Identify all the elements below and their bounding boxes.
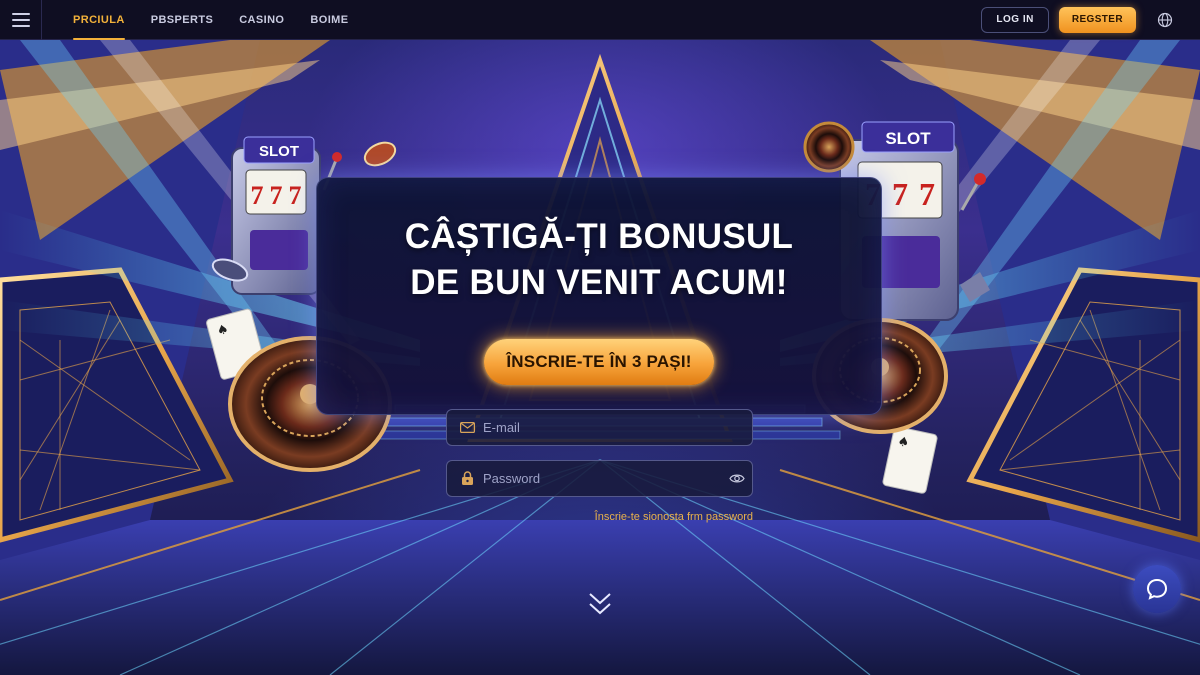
nav-item-prciula[interactable]: PRCIULA (60, 0, 138, 40)
right-reel-3: 7 (919, 176, 935, 212)
nav-item-pbsperts[interactable]: PBSPERTS (138, 0, 227, 40)
signup-cta-button[interactable]: ÎNSCRIE-TE ÎN 3 PAȘI! (484, 339, 714, 385)
header-actions: LOG IN REGSTER (981, 6, 1200, 33)
right-slot-label: SLOT (885, 129, 931, 148)
nav-item-boime[interactable]: BOIME (297, 0, 361, 40)
left-reel-2: 7 (270, 181, 283, 210)
globe-icon[interactable] (1152, 7, 1178, 33)
hero-section: SLOT 7 7 7 SLOT 7 7 7 (0, 40, 1200, 675)
hero-title: CÂȘTIGĂ-ȚI BONUSUL DE BUN VENIT ACUM! (405, 214, 793, 306)
chevron-down-icon[interactable] (586, 590, 614, 618)
top-navigation-bar: PRCIULA PBSPERTS CASINO BOIME LOG IN REG… (0, 0, 1200, 40)
mail-icon (459, 420, 475, 436)
login-button[interactable]: LOG IN (981, 6, 1049, 33)
left-slot-label: SLOT (259, 143, 299, 160)
left-reel-3: 7 (289, 181, 302, 210)
email-input[interactable] (483, 420, 752, 435)
main-nav: PRCIULA PBSPERTS CASINO BOIME (60, 0, 361, 40)
password-input[interactable] (483, 471, 722, 486)
lock-icon (459, 471, 475, 487)
chat-icon[interactable] (1133, 565, 1181, 613)
menu-icon[interactable] (0, 0, 42, 40)
nav-item-casino[interactable]: CASINO (226, 0, 297, 40)
left-reel-1: 7 (251, 181, 264, 210)
register-button[interactable]: REGSTER (1058, 6, 1136, 33)
hero-title-line-1: CÂȘTIGĂ-ȚI BONUSUL (404, 217, 794, 256)
email-field[interactable] (446, 409, 753, 446)
password-field[interactable] (446, 460, 753, 497)
hero-title-line-2: DE BUN VENIT ACUM! (410, 263, 788, 302)
eye-icon[interactable] (722, 460, 752, 497)
welcome-bonus-panel: CÂȘTIGĂ-ȚI BONUSUL DE BUN VENIT ACUM! ÎN… (316, 177, 882, 415)
right-reel-2: 7 (892, 176, 908, 212)
forgot-password-link[interactable]: Înscrie-te sionosta frm password (595, 511, 753, 523)
